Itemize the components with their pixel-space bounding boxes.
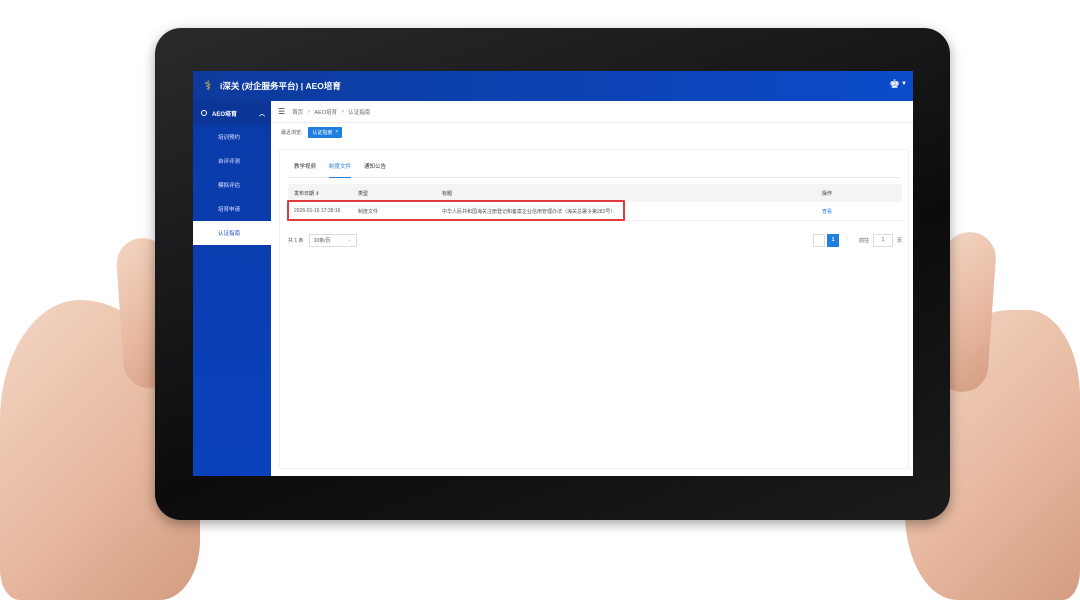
recent-tags-bar: 最近浏览: 认证指南 ×	[271, 123, 913, 141]
close-icon[interactable]: ×	[335, 129, 338, 135]
goto-page-input[interactable]: 1	[872, 233, 893, 247]
sidebar-item-label: 模拟评估	[218, 183, 241, 189]
breadcrumb-home[interactable]: 首页	[292, 108, 303, 116]
sidebar: AEO培育 ︿ 培训预约 自评评测 模拟评估 培育申请 认证指南	[193, 101, 271, 476]
recent-tag-label: 认证指南	[312, 129, 333, 136]
sidebar-item-label: 自评评测	[218, 159, 241, 165]
chevron-up-icon: ︿	[258, 111, 265, 118]
recent-tag[interactable]: 认证指南 ×	[308, 126, 343, 138]
documents-table: 发布日期 ⇕ 类型 标题 操作 2026-01-16 17:38:16 制度文件…	[287, 184, 902, 221]
app-title: i深关 (对企服务平台) | AEO培育	[220, 81, 341, 91]
sidebar-group-label: AEO培育	[212, 111, 238, 118]
content-panel: 教学视频 制度文件 通知公告 发布日期 ⇕ 类型 标题 操作 2026-01-1…	[279, 149, 909, 469]
customs-emblem-icon: ⚕	[204, 78, 212, 93]
goto-page: 前往 1 页	[858, 233, 902, 247]
chevron-down-icon: ⌄	[347, 237, 352, 243]
breadcrumb-separator-icon: >	[341, 108, 345, 115]
circle-icon	[201, 110, 207, 116]
total-count: 共 1 条	[288, 237, 304, 244]
column-header-action: 操作	[822, 190, 833, 197]
app-header: ⚕ i深关 (对企服务平台) | AEO培育 ♚ ▼	[193, 71, 913, 101]
prev-page-button[interactable]: ‹	[812, 233, 825, 247]
sidebar-group-aeo[interactable]: AEO培育 ︿	[193, 101, 271, 125]
user-avatar-icon: ♚	[889, 77, 901, 91]
column-header-title: 标题	[442, 190, 453, 197]
page-suffix: 页	[896, 237, 902, 244]
next-page-button[interactable]: ›	[841, 234, 853, 247]
photo-stage: ⚕ i深关 (对企服务平台) | AEO培育 ♚ ▼ AEO培育 ︿ 培训预约	[0, 0, 1080, 600]
chevron-down-icon: ▼	[901, 81, 907, 87]
tablet-screen: ⚕ i深关 (对企服务平台) | AEO培育 ♚ ▼ AEO培育 ︿ 培训预约	[193, 71, 913, 476]
sidebar-item-guide[interactable]: 认证指南	[193, 221, 271, 245]
main-content: ☰ 首页 > AEO培育 > 认证指南 最近浏览: 认证指南 × 教学视频 制度…	[271, 101, 913, 476]
sidebar-item-label: 培育申请	[218, 207, 241, 213]
menu-collapse-icon[interactable]: ☰	[278, 107, 285, 116]
column-header-type: 类型	[358, 190, 369, 197]
breadcrumb-current: 认证指南	[348, 109, 371, 116]
sidebar-item-label: 培训预约	[218, 135, 241, 141]
sidebar-item-simulation[interactable]: 模拟评估	[193, 173, 271, 197]
tab-bar: 教学视频 制度文件 通知公告	[288, 156, 900, 178]
sidebar-item-label: 认证指南	[218, 231, 241, 237]
page-size-select[interactable]: 10条/页 ⌄	[308, 233, 357, 247]
view-link[interactable]: 查看	[822, 208, 902, 215]
recent-tags-label: 最近浏览:	[281, 129, 303, 136]
user-menu[interactable]: ♚ ▼	[889, 77, 907, 91]
tablet-device: ⚕ i深关 (对企服务平台) | AEO培育 ♚ ▼ AEO培育 ︿ 培训预约	[155, 28, 950, 520]
breadcrumb-aeo[interactable]: AEO培育	[314, 108, 337, 116]
breadcrumb-separator-icon: >	[307, 108, 311, 115]
goto-label: 前往	[858, 237, 869, 244]
breadcrumb: ☰ 首页 > AEO培育 > 认证指南	[271, 101, 913, 123]
page-button-current[interactable]: 1	[826, 233, 839, 247]
pagination-bar: 共 1 条 10条/页 ⌄ ‹ 1 › 前往 1 页	[288, 232, 902, 248]
sidebar-item-self-assessment[interactable]: 自评评测	[193, 149, 271, 173]
column-header-date[interactable]: 发布日期 ⇕	[288, 190, 358, 197]
pager: ‹ 1 › 前往 1 页	[811, 233, 902, 247]
tab-videos[interactable]: 教学视频	[288, 156, 323, 177]
page-size-value: 10条/页	[313, 237, 331, 244]
sidebar-item-application[interactable]: 培育申请	[193, 197, 271, 221]
tab-notices[interactable]: 通知公告	[358, 156, 393, 177]
tab-documents[interactable]: 制度文件	[323, 156, 358, 178]
sidebar-item-training[interactable]: 培训预约	[193, 125, 271, 149]
highlight-box	[287, 200, 625, 221]
